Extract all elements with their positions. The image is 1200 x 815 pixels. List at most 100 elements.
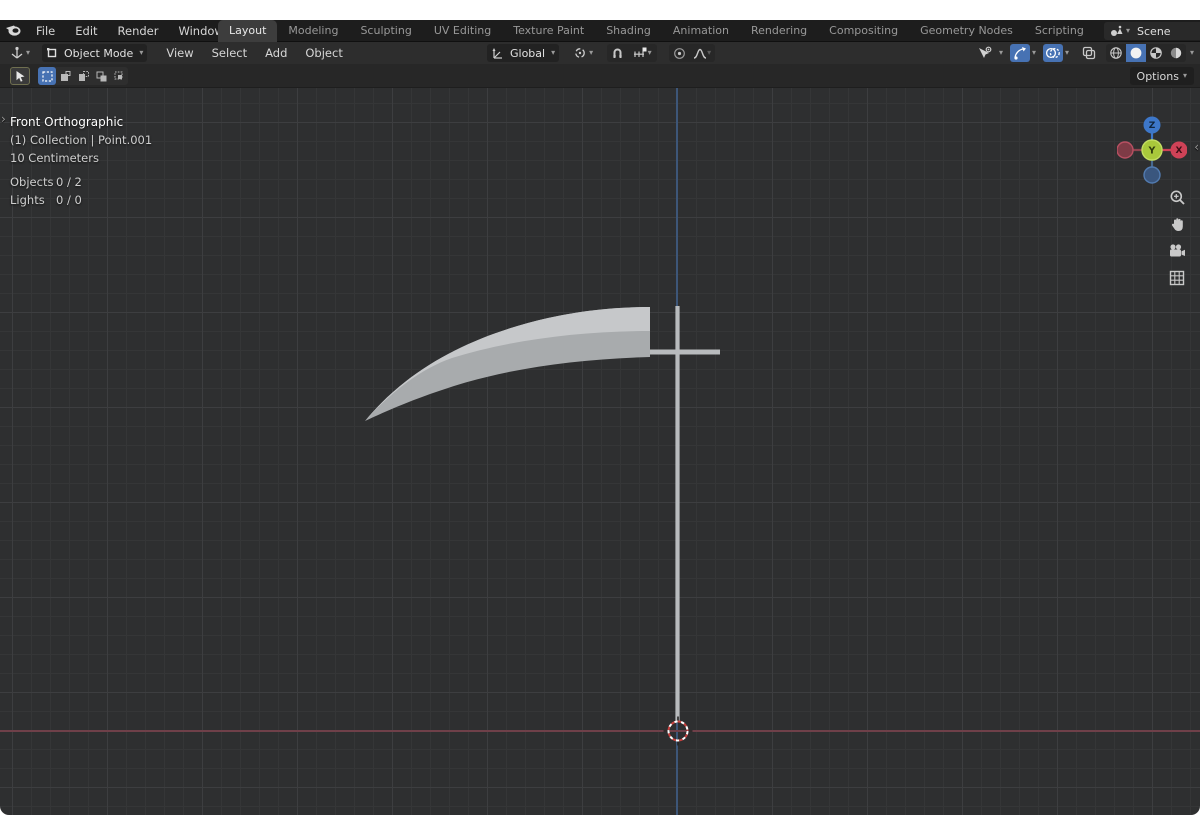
- camera-view-button[interactable]: [1168, 242, 1186, 260]
- select-mode-intersect[interactable]: [110, 67, 128, 85]
- overlays-icon: [1045, 46, 1060, 60]
- snap-toggle-button[interactable]: [607, 44, 627, 62]
- tab-shading[interactable]: Shading: [595, 20, 662, 42]
- editor-type-icon: [10, 46, 24, 60]
- menu-edit[interactable]: Edit: [65, 20, 107, 42]
- chevron-down-icon: ▾: [707, 49, 711, 57]
- select-invert-icon: [96, 71, 107, 82]
- svg-text:Y: Y: [1148, 146, 1156, 157]
- z-axis-line: [676, 88, 678, 815]
- scythe-tang: [650, 350, 720, 355]
- orientation-selector[interactable]: Global ▾: [487, 44, 559, 62]
- tab-texture-paint[interactable]: Texture Paint: [502, 20, 595, 42]
- orientation-axes-icon: [491, 47, 504, 60]
- tab-compositing[interactable]: Compositing: [818, 20, 909, 42]
- select-mode-group: [38, 67, 128, 85]
- proportional-editing-button[interactable]: [669, 44, 689, 62]
- tab-rendering[interactable]: Rendering: [740, 20, 818, 42]
- blender-logo: [5, 24, 21, 37]
- workspace-tabs: Layout Modeling Sculpting UV Editing Tex…: [218, 20, 1124, 42]
- blender-logo-icon[interactable]: [0, 24, 26, 37]
- overlays-toggle[interactable]: [1043, 44, 1063, 62]
- scene-selector[interactable]: ▾ Scene: [1104, 22, 1200, 40]
- tab-geometry-nodes[interactable]: Geometry Nodes: [909, 20, 1024, 42]
- xray-toggle[interactable]: [1079, 44, 1099, 62]
- mode-selector[interactable]: Object Mode ▾: [42, 44, 147, 62]
- pivot-point-selector[interactable]: ▾: [569, 44, 597, 62]
- pan-button[interactable]: [1168, 215, 1186, 233]
- material-preview-icon: [1149, 46, 1163, 60]
- falloff-curve-icon: [693, 47, 707, 60]
- scythe-blade-dark: [365, 307, 650, 421]
- chevron-down-icon: ▾: [1126, 27, 1130, 35]
- snap-increment-icon: [633, 47, 648, 60]
- scene-icon: [1110, 25, 1123, 37]
- select-mode-subtract[interactable]: [74, 67, 92, 85]
- sidebar-toggle-arrow[interactable]: ‹: [1194, 140, 1199, 154]
- editor-type-button[interactable]: ▾: [6, 44, 34, 62]
- navigation-gizmo[interactable]: Z X Y: [1117, 115, 1187, 185]
- proportional-group: ▾: [669, 44, 715, 62]
- svg-text:X: X: [1176, 146, 1183, 156]
- proportional-editing-icon: [673, 47, 686, 60]
- zoom-button[interactable]: [1168, 188, 1186, 206]
- view-name-label: Front Orthographic: [10, 115, 152, 129]
- options-dropdown[interactable]: Options ▾: [1130, 67, 1194, 85]
- chevron-down-icon: ▾: [551, 49, 555, 57]
- gizmo-axis-y[interactable]: Y: [1142, 140, 1162, 160]
- select-mode-extend[interactable]: [56, 67, 74, 85]
- gizmo-axis-neg-z[interactable]: [1144, 167, 1160, 183]
- tab-scripting[interactable]: Scripting: [1024, 20, 1095, 42]
- material-preview-button[interactable]: [1146, 44, 1166, 62]
- select-mode-set[interactable]: [38, 67, 56, 85]
- stat-objects: Objects 0 / 2: [10, 175, 152, 189]
- tab-animation[interactable]: Animation: [662, 20, 740, 42]
- stat-lights: Lights 0 / 0: [10, 193, 152, 207]
- viewport-nav-buttons: [1168, 188, 1186, 287]
- show-object-types-button[interactable]: [973, 44, 997, 62]
- wireframe-shading-button[interactable]: [1106, 44, 1126, 62]
- menu-object[interactable]: Object: [296, 42, 351, 64]
- menu-file[interactable]: File: [26, 20, 65, 42]
- svg-text:Z: Z: [1149, 121, 1156, 131]
- viewport-canvas[interactable]: Front Orthographic (1) Collection | Poin…: [0, 88, 1200, 815]
- topbar: File Edit Render Window Help Layout Mode…: [0, 20, 1200, 42]
- snap-magnet-icon: [611, 47, 624, 60]
- menu-view[interactable]: View: [157, 42, 202, 64]
- falloff-selector[interactable]: ▾: [689, 44, 715, 62]
- chevron-down-icon: ▾: [26, 49, 30, 57]
- tab-layout[interactable]: Layout: [218, 20, 277, 42]
- zoom-icon: [1169, 189, 1186, 206]
- object-mode-icon: [46, 47, 58, 59]
- scythe-blade-light: [365, 307, 650, 421]
- gizmos-icon: [1013, 46, 1027, 60]
- x-axis-line: [0, 730, 1200, 732]
- rendered-shading-button[interactable]: [1166, 44, 1186, 62]
- gizmo-axis-x[interactable]: X: [1171, 142, 1188, 159]
- tab-modeling[interactable]: Modeling: [277, 20, 349, 42]
- gizmos-toggle[interactable]: [1010, 44, 1030, 62]
- menu-render[interactable]: Render: [108, 20, 169, 42]
- snap-settings-button[interactable]: ▾: [627, 44, 657, 62]
- menu-select[interactable]: Select: [203, 42, 256, 64]
- chevron-down-icon: ▾: [1190, 49, 1194, 57]
- select-mode-invert[interactable]: [92, 67, 110, 85]
- tool-settings-bar: Options ▾: [0, 64, 1200, 88]
- chevron-down-icon: ▾: [648, 49, 652, 57]
- options-label: Options: [1137, 70, 1179, 83]
- menu-add[interactable]: Add: [256, 42, 296, 64]
- grid-scale-label: 10 Centimeters: [10, 151, 152, 165]
- active-tool-button[interactable]: [10, 67, 30, 85]
- gizmo-axis-neg-x[interactable]: [1117, 142, 1133, 158]
- chevron-down-icon: ▾: [999, 49, 1003, 57]
- toggle-ortho-button[interactable]: [1168, 269, 1186, 287]
- mode-label: Object Mode: [60, 47, 137, 60]
- tab-uv-editing[interactable]: UV Editing: [423, 20, 502, 42]
- gizmo-axis-z[interactable]: Z: [1144, 117, 1161, 134]
- solid-shading-button[interactable]: [1126, 44, 1146, 62]
- toolbar-toggle-arrow[interactable]: ›: [1, 112, 6, 126]
- select-box-icon: [42, 71, 53, 82]
- tab-sculpting[interactable]: Sculpting: [349, 20, 422, 42]
- select-extend-icon: [60, 71, 71, 82]
- xray-icon: [1082, 46, 1096, 60]
